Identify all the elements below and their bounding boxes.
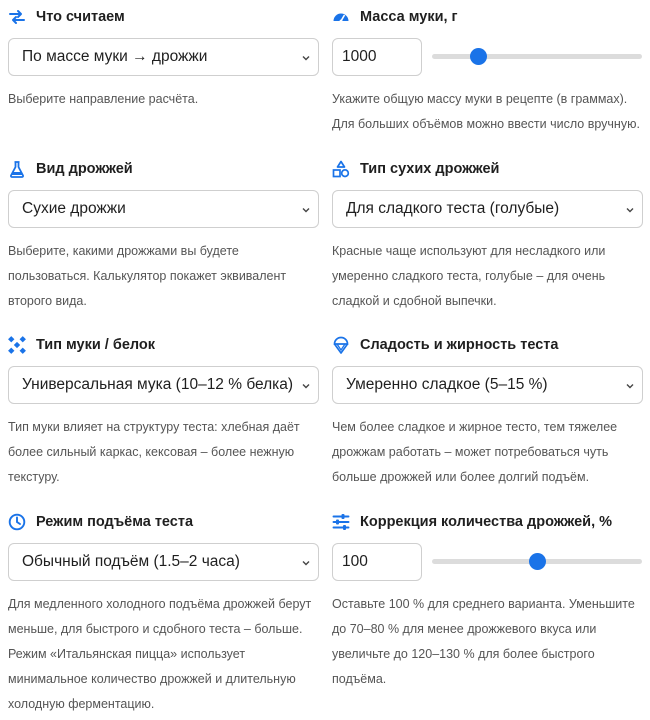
grid-cross-icon [8, 336, 26, 354]
what-label-text: Что считаем [36, 9, 125, 25]
flour-mass-input[interactable]: 1000 [332, 38, 422, 76]
sweetness-label: Сладость и жирность теста [332, 335, 644, 355]
chevron-down-icon [624, 203, 636, 215]
what-help: Выберите направление расчёта. [8, 92, 199, 106]
flour-type-field: Тип муки / белок Универсальная мука (10–… [8, 335, 320, 484]
flour-type-select-value: Универсальная мука (10–12 % белка) [22, 376, 294, 393]
swap-arrows-icon [8, 8, 26, 26]
yeast-kind-field: Вид дрожжей Сухие дрожжи Выберите, каким… [8, 159, 320, 308]
flour-mass-field: Масса муки, г 1000 Укажите общую массу м… [332, 7, 644, 131]
speedometer-icon [332, 8, 350, 26]
shapes-icon [332, 160, 350, 178]
flour-mass-slider-track [432, 54, 642, 59]
yeast-kind-help: Выберите, какими дрожжами вы будете поль… [8, 244, 287, 308]
correction-input[interactable]: 100 [332, 543, 422, 581]
what-label: Что считаем [8, 7, 320, 27]
clock-icon [8, 513, 26, 531]
correction-help: Оставьте 100 % для среднего варианта. Ум… [332, 597, 635, 686]
sweetness-select-value: Умеренно сладкое (5–15 %) [346, 376, 548, 393]
chevron-down-icon [300, 203, 312, 215]
what-field: Что считаем По массе муки → дрожжи Выбер… [8, 7, 320, 106]
rise-mode-select-value: Обычный подъём (1.5–2 часа) [22, 553, 240, 570]
dry-yeast-type-label-text: Тип сухих дрожжей [360, 161, 500, 177]
dry-yeast-type-help: Красные чаще используют для несладкого и… [332, 244, 606, 308]
dry-yeast-type-select[interactable]: Для сладкого теста (голубые) [332, 190, 643, 228]
flour-mass-slider-thumb[interactable] [470, 48, 488, 65]
correction-slider[interactable] [432, 553, 642, 570]
ice-cream-icon [332, 336, 350, 354]
flask-icon [8, 160, 26, 178]
dry-yeast-type-select-value: Для сладкого теста (голубые) [346, 200, 560, 217]
flour-mass-controls: 1000 [332, 38, 642, 76]
sweetness-field: Сладость и жирность теста Умеренно сладк… [332, 335, 644, 484]
rise-mode-help: Для медленного холодного подъёма дрожжей… [8, 597, 312, 711]
yeast-kind-label: Вид дрожжей [8, 159, 320, 179]
what-select[interactable]: По массе муки → дрожжи [8, 38, 319, 76]
sweetness-select[interactable]: Умеренно сладкое (5–15 %) [332, 366, 643, 404]
flour-mass-help: Укажите общую массу муки в рецепте (в гр… [332, 92, 640, 131]
flour-type-label: Тип муки / белок [8, 335, 320, 355]
correction-field: Коррекция количества дрожжей, % 100 Оста… [332, 512, 644, 686]
chevron-down-icon [624, 379, 636, 391]
correction-controls: 100 [332, 543, 642, 581]
what-select-value: По массе муки → дрожжи [22, 48, 208, 65]
flour-type-select[interactable]: Универсальная мука (10–12 % белка) [8, 366, 319, 404]
yeast-kind-select-value: Сухие дрожжи [22, 200, 126, 217]
rise-mode-label-text: Режим подъёма теста [36, 514, 194, 530]
flour-mass-slider[interactable] [432, 48, 642, 65]
dry-yeast-type-label: Тип сухих дрожжей [332, 159, 644, 179]
correction-label-text: Коррекция количества дрожжей, % [360, 514, 613, 530]
dry-yeast-type-field: Тип сухих дрожжей Для сладкого теста (го… [332, 159, 644, 308]
flour-mass-label: Масса муки, г [332, 7, 644, 27]
rise-mode-select[interactable]: Обычный подъём (1.5–2 часа) [8, 543, 319, 581]
rise-mode-field: Режим подъёма теста Обычный подъём (1.5–… [8, 512, 320, 711]
chevron-down-icon [300, 556, 312, 568]
rise-mode-label: Режим подъёма теста [8, 512, 320, 532]
correction-label: Коррекция количества дрожжей, % [332, 512, 644, 532]
flour-type-label-text: Тип муки / белок [36, 337, 156, 353]
flour-mass-label-text: Масса муки, г [360, 9, 458, 25]
yeast-kind-select[interactable]: Сухие дрожжи [8, 190, 319, 228]
flour-type-help: Тип муки влияет на структуру теста: хлеб… [8, 420, 300, 484]
chevron-down-icon [300, 379, 312, 391]
sweetness-help: Чем более сладкое и жирное тесто, тем тя… [332, 420, 618, 484]
yeast-kind-label-text: Вид дрожжей [36, 161, 133, 177]
sweetness-label-text: Сладость и жирность теста [360, 337, 559, 353]
correction-slider-thumb[interactable] [529, 553, 546, 570]
chevron-down-icon [300, 51, 312, 63]
sliders-icon [332, 513, 350, 531]
